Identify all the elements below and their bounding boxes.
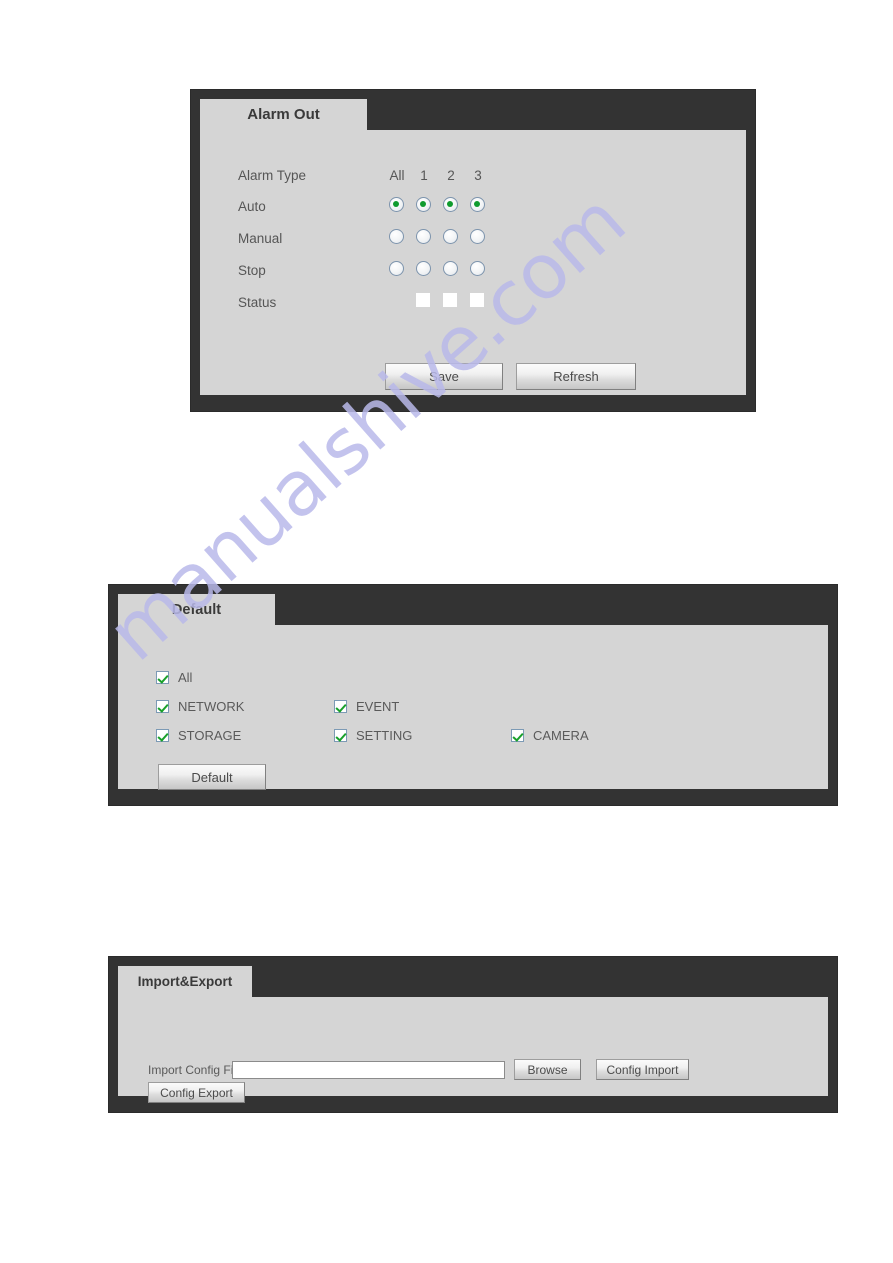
radio-stop-2[interactable] [443,261,458,276]
checkbox-row-all[interactable]: All [156,670,192,685]
default-button[interactable]: Default [158,764,266,790]
status-row-label: Status [238,295,277,310]
tab-default[interactable]: Default [118,594,275,625]
status-indicator-3 [470,293,484,307]
manual-row-label: Manual [238,231,283,246]
alarm-type-label: Alarm Type [238,168,307,183]
radio-stop-all[interactable] [389,261,404,276]
browse-button[interactable]: Browse [514,1059,581,1080]
status-indicator-2 [443,293,457,307]
stop-row-label: Stop [238,263,266,278]
checkbox-row-storage[interactable]: STORAGE [156,728,241,743]
column-header-2: 2 [447,168,455,183]
radio-auto-3[interactable] [470,197,485,212]
radio-auto-1[interactable] [416,197,431,212]
checkbox-event-icon[interactable] [334,700,347,713]
checkbox-row-setting[interactable]: SETTING [334,728,412,743]
alarm-out-body: Alarm Type All 1 2 3 Auto Manual Stop St… [200,130,746,395]
status-indicator-1 [416,293,430,307]
checkbox-row-network[interactable]: NETWORK [156,699,244,714]
checkbox-setting-label: SETTING [356,728,413,743]
column-header-1: 1 [420,168,428,183]
checkbox-row-camera[interactable]: CAMERA [511,728,589,743]
checkbox-network-label: NETWORK [178,699,245,714]
checkbox-setting-icon[interactable] [334,729,347,742]
checkbox-camera-label: CAMERA [533,728,589,743]
config-import-button[interactable]: Config Import [596,1059,689,1080]
auto-row-label: Auto [238,199,266,214]
radio-stop-1[interactable] [416,261,431,276]
import-export-panel: Import&Export Import Config File Browse … [108,956,838,1113]
radio-stop-3[interactable] [470,261,485,276]
checkbox-row-event[interactable]: EVENT [334,699,399,714]
default-tabbar: Default [109,585,837,625]
import-config-file-input[interactable] [232,1061,505,1079]
tab-alarm-out[interactable]: Alarm Out [200,99,367,130]
column-header-all: All [389,168,405,183]
checkbox-storage-label: STORAGE [178,728,242,743]
checkbox-all-icon[interactable] [156,671,169,684]
checkbox-camera-icon[interactable] [511,729,524,742]
radio-auto-all[interactable] [389,197,404,212]
alarm-out-tabbar: Alarm Out [191,90,755,130]
refresh-button[interactable]: Refresh [516,363,636,390]
radio-manual-all[interactable] [389,229,404,244]
alarm-out-panel: Alarm Out Alarm Type All 1 2 3 Auto Manu… [190,89,756,412]
default-panel: Default All NETWORK EVENT STORAGE SETTIN… [108,584,838,806]
config-export-button[interactable]: Config Export [148,1082,245,1103]
tab-import-export[interactable]: Import&Export [118,966,252,997]
import-export-body: Import Config File Browse Config Import … [118,997,828,1103]
checkbox-event-label: EVENT [356,699,400,714]
radio-manual-2[interactable] [443,229,458,244]
import-export-tabbar: Import&Export [109,957,837,997]
default-body: All NETWORK EVENT STORAGE SETTING CAMERA… [118,625,828,790]
checkbox-network-icon[interactable] [156,700,169,713]
checkbox-all-label: All [178,670,193,685]
save-button[interactable]: Save [385,363,503,390]
radio-manual-3[interactable] [470,229,485,244]
radio-auto-2[interactable] [443,197,458,212]
checkbox-storage-icon[interactable] [156,729,169,742]
radio-manual-1[interactable] [416,229,431,244]
column-header-3: 3 [474,168,482,183]
import-config-file-label: Import Config File [148,1063,243,1077]
